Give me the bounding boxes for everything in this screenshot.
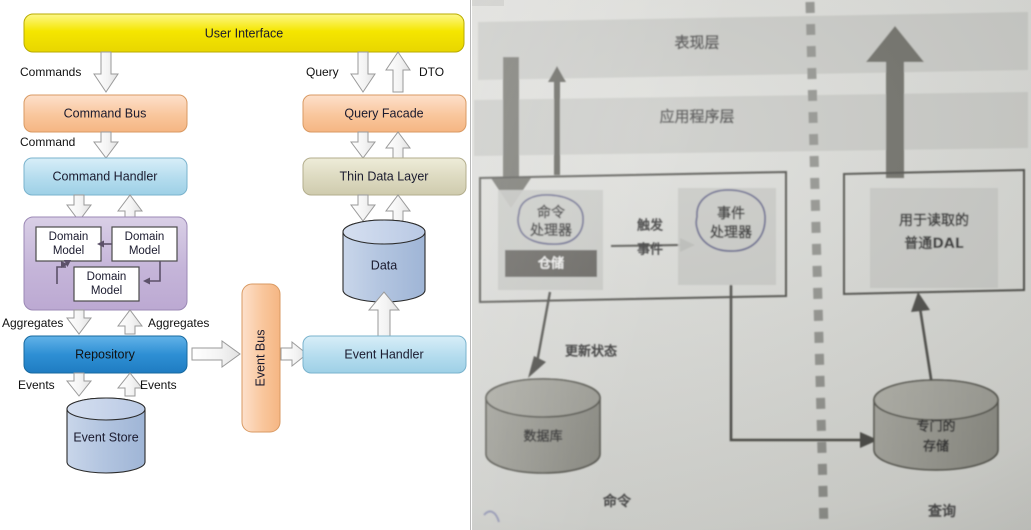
trigger-label-line1: 触发	[636, 218, 664, 234]
node-thin-data-layer: Thin Data Layer	[302, 157, 467, 196]
svg-text:Domain: Domain	[87, 271, 127, 283]
node-event-bus-label: Event Bus	[253, 330, 267, 387]
trigger-label-line2: 事件	[637, 242, 663, 258]
node-user-interface: User Interface	[23, 13, 465, 53]
bottom-label-command: 命令	[602, 493, 632, 510]
dedicated-store-label-line1: 专门的	[916, 419, 955, 435]
node-thin-data-layer-label: Thin Data Layer	[340, 169, 429, 183]
edge-label-events-right: Events	[140, 378, 177, 392]
dedicated-store-label-line2: 存储	[923, 439, 949, 455]
edge-label-dto: DTO	[419, 65, 444, 79]
repository-tag-label: 仓储	[537, 256, 564, 272]
node-event-store-label: Event Store	[73, 430, 138, 444]
edge-label-events-left: Events	[18, 378, 55, 392]
arrow-repository-to-event-bus	[191, 340, 241, 368]
edge-label-aggregates-left: Aggregates	[2, 316, 63, 330]
svg-text:Domain: Domain	[125, 231, 165, 243]
arrow-aggregates-down	[66, 309, 92, 335]
node-query-facade: Query Facade	[302, 94, 467, 133]
bottom-label-query: 查询	[928, 503, 956, 520]
group-domain-models: Domain Model Domain Model Domain Model	[23, 216, 188, 311]
right-photo-figure: 命令 处理器 仓储 触发 事件 事件 处理器 用于读取的 普通DAL 更新状态 …	[472, 0, 1031, 530]
arrow-facade-down	[350, 131, 376, 159]
edge-label-aggregates-right: Aggregates	[148, 316, 209, 330]
left-cqrs-diagram: User Interface Commands Command Bus Comm…	[0, 0, 472, 530]
node-data-label: Data	[371, 258, 397, 272]
arrow-dto	[385, 51, 411, 93]
node-domain-model-1-line1: Domain	[49, 231, 89, 243]
event-handler-cell: 事件 处理器	[678, 188, 776, 285]
command-handler-label-line2: 处理器	[529, 222, 573, 239]
node-event-bus: Event Bus	[241, 283, 281, 433]
arrow-command	[93, 131, 119, 159]
command-handler-label-line1: 命令	[536, 204, 566, 221]
read-dal-label-line1: 用于读取的	[899, 212, 969, 229]
node-event-handler: Event Handler	[302, 335, 467, 374]
database-cylinder: 数据库	[485, 378, 601, 474]
arrow-tdl-up	[385, 194, 411, 222]
edge-label-commands: Commands	[20, 65, 81, 79]
node-event-handler-label: Event Handler	[344, 347, 423, 361]
figure-canvas: User Interface Commands Command Bus Comm…	[0, 0, 1031, 530]
arrow-query	[350, 51, 376, 93]
layer-label-application: 应用程序层	[659, 108, 734, 126]
database-label: 数据库	[523, 429, 562, 445]
arrow-facade-up	[385, 131, 411, 159]
node-repository: Repository	[23, 335, 188, 374]
arrow-events-up	[116, 372, 144, 397]
layer-band-presentation	[478, 12, 1028, 80]
arrow-tdl-down	[350, 194, 376, 222]
node-domain-model-2: Domain Model	[111, 226, 178, 262]
node-command-bus: Command Bus	[23, 94, 188, 133]
edge-label-command: Command	[20, 135, 75, 149]
svg-text:Model: Model	[129, 245, 160, 257]
query-side-box: 用于读取的 普通DAL	[843, 168, 1025, 296]
command-handler-cell: 命令 处理器 仓储	[498, 190, 603, 290]
node-query-facade-label: Query Facade	[344, 106, 423, 120]
svg-text:Model: Model	[53, 245, 84, 257]
node-event-store: Event Store	[66, 397, 146, 474]
node-data: Data	[342, 219, 426, 303]
read-dal-label-line2: 普通DAL	[904, 235, 963, 252]
arrow-events-down	[65, 372, 93, 397]
node-user-interface-label: User Interface	[205, 26, 284, 40]
arrow-aggregates-up	[117, 309, 143, 335]
layer-label-presentation: 表现层	[674, 34, 719, 52]
arrow-commands	[93, 51, 119, 93]
update-state-label: 更新状态	[565, 344, 617, 360]
node-domain-model-3: Domain Model	[73, 266, 140, 302]
node-domain-model-1: Domain Model	[35, 226, 102, 262]
node-command-handler: Command Handler	[23, 157, 188, 196]
node-repository-label: Repository	[75, 347, 135, 361]
dedicated-store-cylinder: 专门的 存储	[873, 379, 999, 471]
event-handler-label-line2: 处理器	[709, 224, 753, 241]
svg-text:Model: Model	[91, 285, 122, 297]
edge-label-query: Query	[306, 65, 339, 79]
node-command-handler-label: Command Handler	[53, 169, 158, 183]
event-handler-label-line1: 事件	[717, 205, 745, 222]
node-command-bus-label: Command Bus	[64, 106, 147, 120]
